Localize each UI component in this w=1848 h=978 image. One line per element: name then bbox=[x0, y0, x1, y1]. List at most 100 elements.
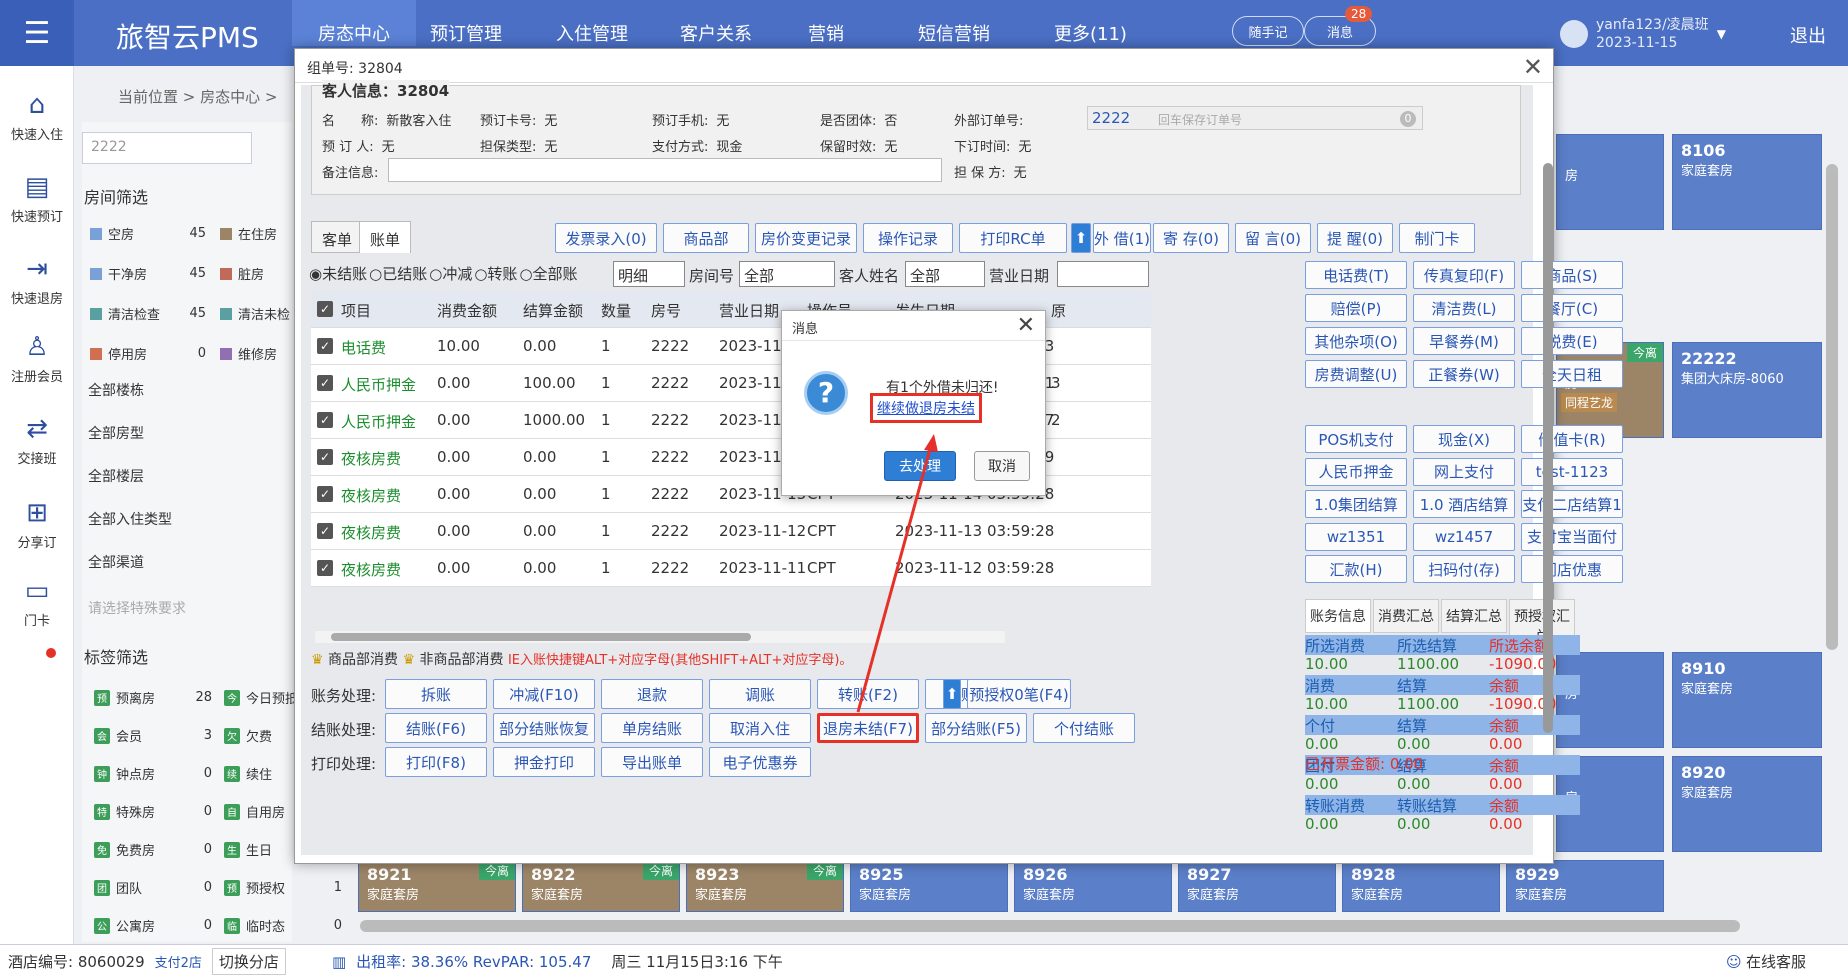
payment-button[interactable]: 储值卡(R) bbox=[1521, 425, 1623, 453]
special-request-select[interactable]: 请选择特殊要求 bbox=[88, 598, 186, 618]
row-checkbox[interactable]: ✓ bbox=[317, 523, 333, 539]
payment-button[interactable]: test-1123 bbox=[1521, 457, 1623, 486]
switch-branch-button[interactable]: 切换分店 bbox=[211, 948, 286, 975]
row-checkbox[interactable]: ✓ bbox=[317, 338, 333, 354]
payment-button[interactable]: 1.0集团结算 bbox=[1305, 490, 1407, 518]
section-filter-1[interactable]: 全部房型 bbox=[88, 423, 144, 443]
radio-3[interactable]: ○转账 bbox=[474, 265, 517, 283]
room-card[interactable]: 8923 家庭套房 今离 bbox=[686, 860, 844, 912]
top-action-button-9[interactable]: 制门卡 bbox=[1399, 223, 1475, 253]
row-checkbox[interactable]: ✓ bbox=[317, 412, 333, 428]
payment-button[interactable]: 汇款(H) bbox=[1305, 555, 1407, 583]
room-card-partial[interactable]: 房 bbox=[1556, 134, 1664, 230]
charge-button[interactable]: 全天日租 bbox=[1521, 360, 1623, 388]
row-checkbox[interactable]: ✓ bbox=[317, 375, 333, 391]
room-card[interactable]: 8920 家庭套房 bbox=[1672, 756, 1822, 852]
payment-button[interactable]: 门店优惠 bbox=[1521, 555, 1623, 583]
status-filter-4[interactable]: 清洁检查 45 bbox=[90, 304, 212, 323]
action-button[interactable]: 导出账单 bbox=[601, 747, 703, 777]
clear-icon[interactable]: 0 bbox=[1400, 111, 1416, 127]
date-filter-input[interactable] bbox=[1057, 261, 1149, 287]
action-button[interactable]: 预授权0笔(F4) bbox=[967, 679, 1071, 709]
summary-tab-1[interactable]: 消费汇总 bbox=[1373, 599, 1439, 633]
radio-4[interactable]: ○全部账 bbox=[519, 265, 577, 283]
room-card[interactable]: 8106 家庭套房 bbox=[1672, 134, 1822, 230]
remark-input[interactable] bbox=[388, 158, 942, 182]
tag-filter-11[interactable]: 预预授权 1 bbox=[224, 878, 342, 897]
section-filter-4[interactable]: 全部渠道 bbox=[88, 552, 144, 572]
payment-button[interactable]: 人民币押金 bbox=[1305, 457, 1407, 486]
top-action-button-3[interactable]: 操作记录 bbox=[863, 223, 953, 253]
payment-button[interactable]: POS机支付 bbox=[1305, 425, 1407, 453]
action-button[interactable]: 拆账 bbox=[385, 679, 487, 709]
row-checkbox[interactable]: ✓ bbox=[317, 560, 333, 576]
tag-filter-8[interactable]: 免免费房 0 bbox=[94, 840, 212, 859]
top-action-button-6[interactable]: 寄 存(0) bbox=[1153, 223, 1229, 253]
left-nav-item-2[interactable]: ⇥ 快速退房 bbox=[0, 254, 74, 307]
left-nav-item-3[interactable]: ♙ 注册会员 bbox=[0, 332, 74, 385]
external-order-field[interactable]: 2222 回车保存订单号 0 bbox=[1087, 106, 1423, 130]
top-action-button-4[interactable]: 打印RC单 bbox=[959, 223, 1067, 253]
charge-button[interactable]: 其他杂项(O) bbox=[1305, 327, 1407, 355]
tab-guest[interactable]: 客单 bbox=[311, 221, 364, 253]
charge-button[interactable]: 税费(E) bbox=[1521, 327, 1623, 355]
charge-button[interactable]: 清洁费(L) bbox=[1413, 294, 1515, 322]
radio-1[interactable]: ○已结账 bbox=[369, 265, 427, 283]
detail-select[interactable]: 明细 bbox=[613, 261, 685, 287]
logout-button[interactable]: 退出 bbox=[1790, 22, 1826, 48]
charge-button[interactable]: 正餐券(W) bbox=[1413, 360, 1515, 388]
room-search-input[interactable]: 2222 bbox=[82, 132, 252, 164]
radio-2[interactable]: ○冲减 bbox=[429, 265, 472, 283]
tag-filter-12[interactable]: 公公寓房 0 bbox=[94, 916, 212, 935]
tag-filter-13[interactable]: 临临时态 0 bbox=[224, 916, 342, 935]
room-vscroll[interactable] bbox=[1826, 164, 1838, 650]
tag-filter-2[interactable]: 会会员 3 bbox=[94, 726, 212, 745]
charge-button[interactable]: 餐厅(C) bbox=[1521, 294, 1623, 322]
payment-button[interactable]: 网上支付 bbox=[1413, 457, 1515, 486]
note-button[interactable]: 随手记 bbox=[1232, 16, 1304, 46]
table-row[interactable]: ✓ 夜核房费 0.00 0.00 1 2222 2023-11-12 CPT 2023-11-1… bbox=[311, 513, 1151, 550]
top-action-button-2[interactable]: 房价变更记录 bbox=[755, 223, 857, 253]
action-button[interactable]: 部分结账(F5) bbox=[925, 713, 1027, 743]
left-nav-item-0[interactable]: ⌂ 快速入住 bbox=[0, 90, 74, 143]
charge-button[interactable]: 商品(S) bbox=[1521, 261, 1623, 289]
continue-checkout-link[interactable]: 继续做退房未结 bbox=[870, 393, 982, 423]
action-button[interactable]: 打印(F8) bbox=[385, 747, 487, 777]
status-filter-6[interactable]: 停用房 0 bbox=[90, 344, 212, 363]
tag-filter-4[interactable]: 钟钟点房 0 bbox=[94, 764, 212, 783]
user-menu[interactable]: yanfa123/凌晨班 2023-11-15 ▼ bbox=[1560, 16, 1726, 52]
payment-button[interactable]: 1.0 酒店结算 bbox=[1413, 490, 1515, 518]
room-hscroll[interactable] bbox=[360, 920, 1740, 932]
payment-button[interactable]: 支付二店结算1 bbox=[1521, 490, 1623, 518]
charge-button[interactable]: 传真复印(F) bbox=[1413, 261, 1515, 289]
top-action-button-5[interactable]: 外 借(1) bbox=[1093, 223, 1151, 253]
payment-button[interactable]: 扫码付(存) bbox=[1413, 555, 1515, 583]
charge-button[interactable]: 赔偿(P) bbox=[1305, 294, 1407, 322]
top-action-button-8[interactable]: 提 醒(0) bbox=[1317, 223, 1393, 253]
room-card[interactable]: 8925 家庭套房 bbox=[850, 860, 1008, 912]
radio-0[interactable]: ◉未结账 bbox=[309, 265, 367, 283]
online-service-link[interactable]: 在线客服 bbox=[1746, 951, 1806, 972]
room-card[interactable]: 8927 家庭套房 bbox=[1178, 860, 1336, 912]
tag-filter-10[interactable]: 团团队 0 bbox=[94, 878, 212, 897]
section-filter-2[interactable]: 全部楼层 bbox=[88, 466, 144, 486]
top-action-button-7[interactable]: 留 言(0) bbox=[1235, 223, 1311, 253]
action-button[interactable]: 取消入住 bbox=[709, 713, 811, 743]
payment-button[interactable]: 现金(X) bbox=[1413, 425, 1515, 453]
room-filter-select[interactable]: 全部 bbox=[739, 261, 835, 287]
action-button[interactable]: 调账 bbox=[709, 679, 811, 709]
room-card-partial[interactable]: 房今离同程艺龙 bbox=[1556, 342, 1664, 438]
room-card[interactable]: 8921 家庭套房 今离 bbox=[358, 860, 516, 912]
table-row[interactable]: ✓ 夜核房费 0.00 0.00 1 2222 2023-11-11 CPT 2023-11-1… bbox=[311, 550, 1151, 587]
top-action-button-0[interactable]: 发票录入(0) bbox=[555, 223, 657, 253]
action-button[interactable]: 押金打印 bbox=[493, 747, 595, 777]
room-card[interactable]: 8926 家庭套房 bbox=[1014, 860, 1172, 912]
upload-icon[interactable]: ⬆ bbox=[1071, 223, 1091, 253]
room-card[interactable]: 8910 家庭套房 bbox=[1672, 652, 1822, 748]
charge-button[interactable]: 电话费(T) bbox=[1305, 261, 1407, 289]
select-all-checkbox[interactable]: ✓ bbox=[317, 301, 333, 317]
summary-tab-0[interactable]: 账务信息 bbox=[1305, 599, 1371, 633]
action-button[interactable]: 冲减(F10) bbox=[493, 679, 595, 709]
action-button[interactable]: 部分结账恢复 bbox=[493, 713, 595, 743]
status-filter-2[interactable]: 干净房 45 bbox=[90, 264, 212, 283]
